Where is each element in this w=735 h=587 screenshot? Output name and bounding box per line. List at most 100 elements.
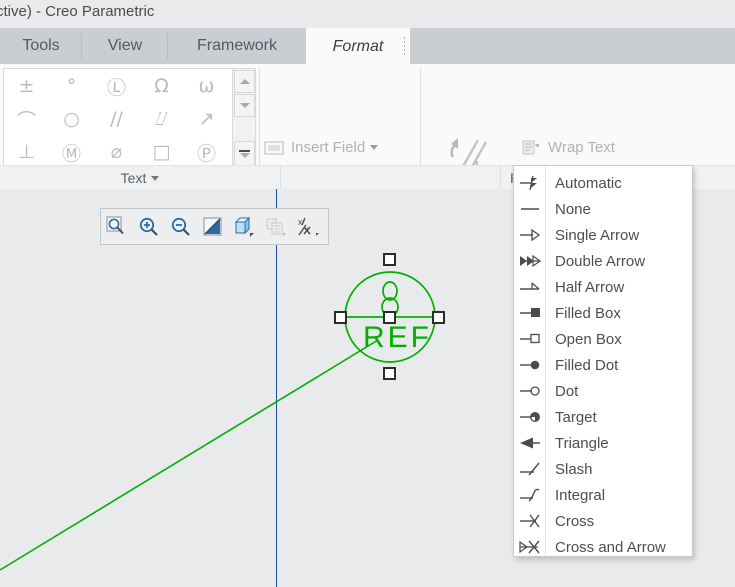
annotation-handle[interactable] [383,311,396,324]
symbol-cell[interactable]: ○ [49,103,94,135]
menu-item-label: Single Arrow [555,226,640,244]
zoom-to-fit-icon[interactable] [101,209,133,244]
menu-item-label: Half Arrow [555,278,625,296]
menu-item-label: Filled Box [555,304,621,322]
symbol-cell[interactable]: ω [184,70,229,102]
menu-item-automatic[interactable]: Automatic [514,170,692,196]
menu-item-label: Integral [555,486,606,504]
symbol-cell[interactable]: Ω [139,70,184,102]
open-box-icon [514,326,546,352]
menu-item-target[interactable]: Target [514,404,692,430]
chevron-down-icon[interactable] [370,145,379,150]
menu-item-label: Target [555,408,597,426]
cross-icon [514,508,546,534]
symbol-cell[interactable]: ⊥ [4,136,49,168]
menu-item-label: Filled Dot [555,356,619,374]
display-style-icon[interactable] [261,209,293,244]
slash-icon [514,456,546,482]
none-arrow-icon [514,196,546,222]
integral-icon [514,482,546,508]
text-group-caption[interactable]: Text [0,166,280,190]
saved-orientations-icon[interactable] [229,209,261,244]
menu-item-filled-box[interactable]: Filled Box [514,300,692,326]
symbol-grid: ± ° Ⓛ Ω ω ⌒ ○ // ⌰ ↗ ⊥ Ⓜ ⌀ □ Ⓟ [4,69,232,167]
filled-box-icon [514,300,546,326]
menu-item-label: Triangle [555,434,609,452]
symbol-cell[interactable]: ↗ [184,103,229,135]
floating-view-toolbar[interactable]: xᐩ [100,208,329,245]
tab-format-label: Format [332,37,384,55]
tab-framework[interactable]: Framework [168,28,306,64]
menu-item-integral[interactable]: Integral [514,482,692,508]
symbol-cell[interactable]: □ [139,136,184,168]
symbol-palette[interactable]: ± ° Ⓛ Ω ω ⌒ ○ // ⌰ ↗ ⊥ Ⓜ ⌀ □ Ⓟ [3,68,256,168]
group-divider [420,68,421,168]
tab-tools[interactable]: Tools [0,28,82,64]
cross-and-arrow-icon [514,534,546,560]
tab-format[interactable]: Format [306,28,410,64]
tab-view[interactable]: View [82,28,168,64]
tab-dotted-separator [404,37,405,55]
insert-field-label: Insert Field [291,139,366,156]
datum-display-filters-icon[interactable]: xᐩ [293,209,325,244]
automatic-arrow-icon [514,170,546,196]
annotation-handle[interactable] [383,367,396,380]
filled-dot-icon [514,352,546,378]
arrow-style-dropdown-menu[interactable]: Automatic None Single Arrow Double Arrow [513,165,693,557]
wrap-text-icon [520,137,542,159]
ref-annotation-text: REF [363,321,432,354]
symbol-cell[interactable]: ° [49,70,94,102]
annotation-handle[interactable] [383,253,396,266]
group-caption-divider [280,166,281,190]
title-bar: ctive) - Creo Parametric [0,0,735,28]
menu-item-label: Double Arrow [555,252,646,270]
window-title: ctive) - Creo Parametric [0,3,155,20]
symbol-cell[interactable]: Ⓟ [184,136,229,168]
zoom-in-icon[interactable] [133,209,165,244]
group-divider [259,68,260,168]
menu-item-dot[interactable]: Dot [514,378,692,404]
annotation-handle[interactable] [334,311,347,324]
ribbon-tab-strip: Tools View Framework Format [0,28,735,64]
tab-framework-label: Framework [196,37,277,54]
menu-item-single-arrow[interactable]: Single Arrow [514,222,692,248]
annotation-handle[interactable] [432,311,445,324]
menu-item-slash[interactable]: Slash [514,456,692,482]
scroll-down-icon[interactable] [234,94,255,117]
zoom-out-icon[interactable] [165,209,197,244]
repaint-icon[interactable] [197,209,229,244]
scroll-up-icon[interactable] [234,70,255,93]
menu-item-double-arrow[interactable]: Double Arrow [514,248,692,274]
menu-item-filled-dot[interactable]: Filled Dot [514,352,692,378]
menu-item-half-arrow[interactable]: Half Arrow [514,274,692,300]
menu-item-label: Dot [555,382,579,400]
menu-item-label: Slash [555,460,593,478]
wrap-text-button[interactable]: Wrap Text [520,134,615,161]
insert-field-button[interactable]: Insert Field [263,134,379,161]
symbol-cell[interactable]: ⌰ [139,103,184,135]
symbol-cell[interactable]: ± [4,70,49,102]
tab-view-label: View [107,37,143,54]
menu-item-cross-and-arrow[interactable]: Cross and Arrow [514,534,692,560]
symbol-cell[interactable]: Ⓛ [94,70,139,102]
ref-annotation[interactable]: REF [334,253,450,380]
symbol-cell[interactable]: ⌒ [4,103,49,135]
show-more-icon[interactable] [234,141,255,166]
menu-item-open-box[interactable]: Open Box [514,326,692,352]
text-group-caption-label: Text [120,170,147,186]
symbol-cell[interactable]: Ⓜ [49,136,94,168]
dot-icon [514,378,546,404]
symbol-palette-scrollbar[interactable] [232,69,255,167]
menu-item-cross[interactable]: Cross [514,508,692,534]
menu-item-label: Cross [555,512,595,530]
tab-tools-label: Tools [22,37,60,54]
menu-item-triangle[interactable]: Triangle [514,430,692,456]
menu-item-label: Automatic [555,174,622,192]
symbol-cell[interactable]: ⌀ [94,136,139,168]
chevron-down-icon[interactable] [151,175,160,181]
wrap-text-label: Wrap Text [548,139,615,156]
symbol-cell[interactable]: // [94,103,139,135]
menu-item-none[interactable]: None [514,196,692,222]
target-icon [514,404,546,430]
single-arrow-icon [514,222,546,248]
